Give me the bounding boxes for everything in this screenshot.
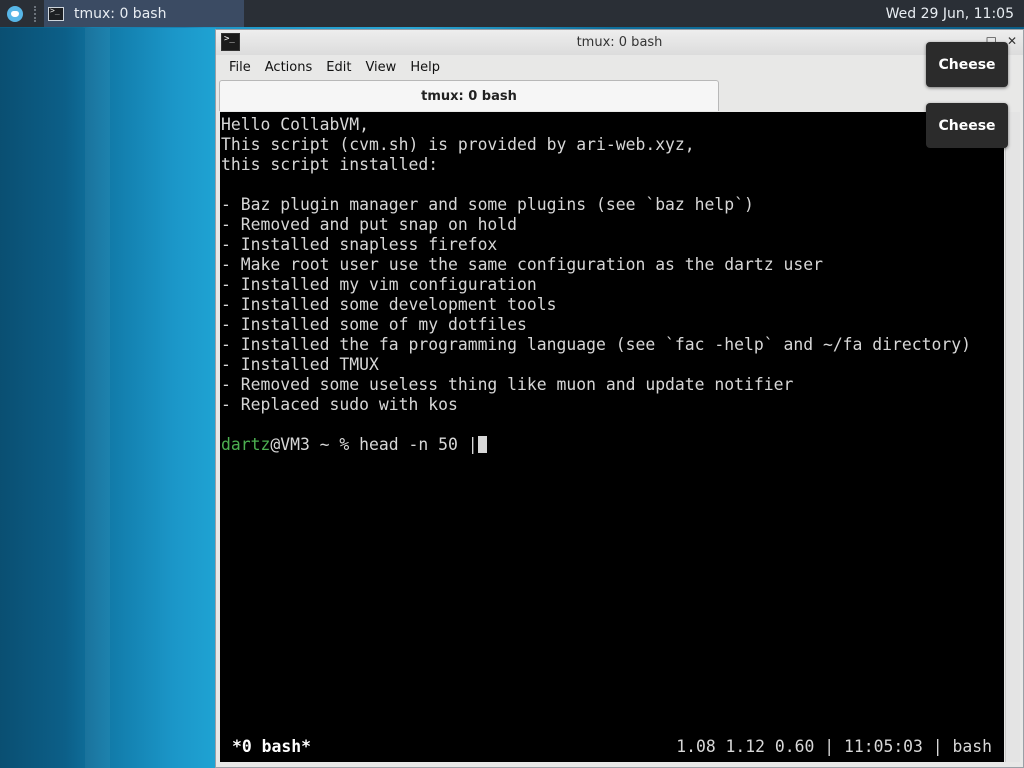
- terminal-window: tmux: 0 bash ▁ □ ✕ File Actions Edit Vie…: [215, 29, 1024, 768]
- menu-file[interactable]: File: [222, 60, 258, 75]
- terminal-line: - Removed some useless thing like muon a…: [221, 375, 794, 394]
- tmux-status-info: 1.08 1.12 0.60 | 11:05:03 | bash: [676, 737, 992, 756]
- close-icon[interactable]: ✕: [1007, 34, 1017, 48]
- tmux-status-bar: *0 bash* 1.08 1.12 0.60 | 11:05:03 | bas…: [220, 732, 1004, 762]
- terminal-line: this script installed:: [221, 155, 439, 174]
- terminal-line: - Installed my vim configuration: [221, 275, 537, 294]
- terminal-app-icon[interactable]: [221, 33, 240, 51]
- desktop-wallpaper: [0, 28, 216, 768]
- taskbar: tmux: 0 bash Wed 29 Jun, 11:05: [0, 0, 1024, 27]
- window-titlebar[interactable]: tmux: 0 bash ▁ □ ✕: [216, 30, 1023, 55]
- terminal-line: Hello CollabVM,: [221, 115, 370, 134]
- terminal-line: - Installed snapless firefox: [221, 235, 498, 254]
- terminal-line: - Installed the fa programming language …: [221, 335, 971, 354]
- prompt-line[interactable]: dartz@VM3 ~ % head -n 50 |: [221, 435, 1004, 455]
- taskbar-window-label: tmux: 0 bash: [74, 5, 167, 22]
- window-title: tmux: 0 bash: [576, 35, 663, 50]
- tab-bar: tmux: 0 bash: [219, 80, 1023, 111]
- tmux-window-indicator[interactable]: *0 bash*: [232, 737, 311, 757]
- menu-edit[interactable]: Edit: [319, 60, 358, 75]
- notification-cheese[interactable]: Cheese: [926, 42, 1008, 87]
- terminal-line: - Installed TMUX: [221, 355, 379, 374]
- terminal-line: - Removed and put snap on hold: [221, 215, 518, 234]
- terminal-line: - Replaced sudo with kos: [221, 395, 458, 414]
- start-menu-button[interactable]: [0, 0, 30, 27]
- menu-actions[interactable]: Actions: [258, 60, 320, 75]
- terminal-icon: [48, 6, 64, 21]
- terminal-line: This script (cvm.sh) is provided by ari-…: [221, 135, 695, 154]
- tab-tmux-bash[interactable]: tmux: 0 bash: [219, 80, 719, 111]
- terminal-scrollbar[interactable]: [1005, 112, 1020, 762]
- menubar: File Actions Edit View Help: [216, 55, 1023, 80]
- terminal-line: - Installed some development tools: [221, 295, 557, 314]
- app-menu-icon: [7, 5, 23, 22]
- prompt-user: dartz: [221, 435, 271, 454]
- terminal-line: - Baz plugin manager and some plugins (s…: [221, 195, 754, 214]
- taskbar-window-button[interactable]: tmux: 0 bash: [44, 0, 244, 27]
- menu-view[interactable]: View: [358, 60, 403, 75]
- clock[interactable]: Wed 29 Jun, 11:05: [886, 6, 1014, 22]
- prompt-command: head -n 50 |: [359, 435, 478, 454]
- menu-help[interactable]: Help: [403, 60, 447, 75]
- terminal-line: - Installed some of my dotfiles: [221, 315, 527, 334]
- prompt-host: @VM3 ~ %: [270, 435, 360, 454]
- terminal-output[interactable]: Hello CollabVM, This script (cvm.sh) is …: [220, 112, 1004, 762]
- terminal-line: - Make root user use the same configurat…: [221, 255, 823, 274]
- text-cursor: [477, 436, 487, 453]
- taskbar-separator: [34, 5, 42, 22]
- notification-cheese[interactable]: Cheese: [926, 103, 1008, 148]
